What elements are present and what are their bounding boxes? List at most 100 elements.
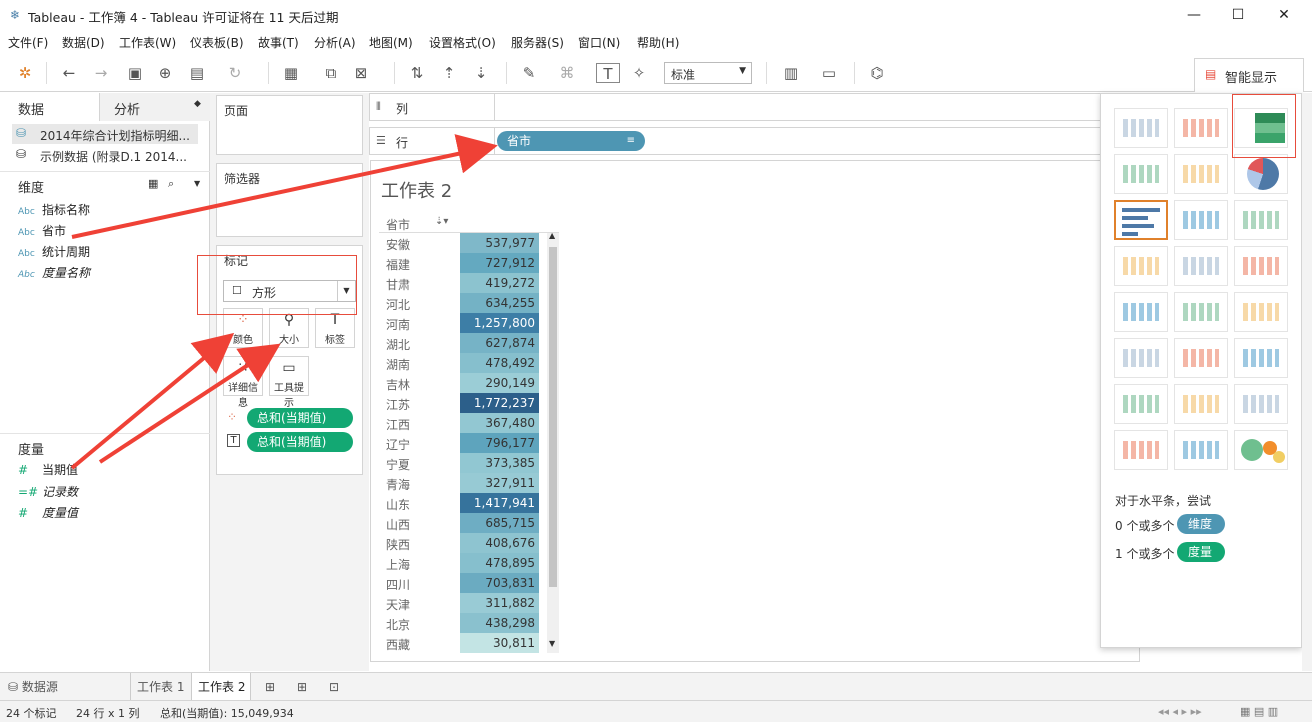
swap-icon[interactable]: ⇅	[406, 63, 428, 83]
tooltip-button[interactable]: ▭ 工具提示	[269, 356, 309, 409]
table-cell[interactable]: 703,831	[460, 573, 539, 593]
new-worksheet-icon[interactable]: ⊞	[258, 673, 282, 701]
table-cell[interactable]: 30,811	[460, 633, 539, 653]
row-header[interactable]: 湖北	[386, 336, 410, 353]
dimension-field[interactable]: Abc 省市	[18, 222, 66, 239]
table-cell[interactable]: 685,715	[460, 513, 539, 533]
undo-icon[interactable]: ←	[58, 63, 80, 83]
table-cell[interactable]: 1,257,800	[460, 313, 539, 333]
packed-bubbles-thumb[interactable]	[1234, 430, 1288, 470]
row-header[interactable]: 江苏	[386, 396, 410, 413]
row-header[interactable]: 青海	[386, 476, 410, 493]
tab-analysis[interactable]: 分析 ◆	[100, 93, 210, 121]
row-header[interactable]: 安徽	[386, 236, 410, 253]
pause-updates-icon[interactable]: ▤	[186, 63, 208, 83]
row-header[interactable]: 陕西	[386, 536, 410, 553]
menu-server[interactable]: 服务器(S)	[511, 34, 564, 51]
close-button[interactable]: ✕	[1266, 4, 1302, 26]
table-cell[interactable]: 478,895	[460, 553, 539, 573]
tab-data[interactable]: 数据	[0, 93, 100, 121]
table-cell[interactable]: 627,874	[460, 333, 539, 353]
horizontal-bar-thumb[interactable]	[1114, 200, 1168, 240]
clear-sheet-icon[interactable]: ⊠	[350, 63, 372, 83]
pin-icon[interactable]: ✧	[628, 63, 650, 83]
table-cell[interactable]: 796,177	[460, 433, 539, 453]
show-cards-icon[interactable]: ▥	[780, 63, 802, 83]
treemap-thumb[interactable]	[1114, 246, 1168, 286]
row-header[interactable]: 吉林	[386, 376, 410, 393]
table-cell[interactable]: 327,911	[460, 473, 539, 493]
row-header[interactable]: 四川	[386, 576, 410, 593]
table-cell[interactable]: 419,272	[460, 273, 539, 293]
datasource-item-selected[interactable]: ⛁ 2014年综合计划指标明细...	[12, 124, 198, 144]
presentation-mode-icon[interactable]: ▭	[818, 63, 840, 83]
stacked-bar-thumb[interactable]	[1174, 200, 1228, 240]
line-continuous-thumb[interactable]	[1114, 292, 1168, 332]
pie-chart-thumb[interactable]	[1234, 154, 1288, 194]
row-dimension-pill[interactable]: 省市 ≡	[497, 131, 645, 151]
save-icon[interactable]: ▣	[124, 63, 146, 83]
menu-data[interactable]: 数据(D)	[62, 34, 105, 51]
dimension-field[interactable]: Abc 指标名称	[18, 201, 90, 218]
menu-help[interactable]: 帮助(H)	[637, 34, 679, 51]
dual-combination-thumb[interactable]	[1234, 338, 1288, 378]
fit-dropdown[interactable]: 标准 ▼	[664, 62, 752, 84]
detail-button[interactable]: ⁙ 详细信息	[223, 356, 263, 409]
row-header[interactable]: 江西	[386, 416, 410, 433]
table-cell[interactable]: 1,417,941	[460, 493, 539, 513]
tableau-icon[interactable]: ✲	[14, 63, 36, 83]
row-header[interactable]: 宁夏	[386, 456, 410, 473]
box-whisker-thumb[interactable]	[1234, 384, 1288, 424]
side-by-side-bar-thumb[interactable]	[1234, 200, 1288, 240]
row-header[interactable]: 西藏	[386, 636, 410, 653]
menu-file[interactable]: 文件(F)	[8, 34, 48, 51]
table-cell[interactable]: 408,676	[460, 533, 539, 553]
new-dashboard-icon[interactable]: ⊞	[290, 673, 314, 701]
share-icon[interactable]: ⌬	[866, 63, 888, 83]
color-measure-pill[interactable]: 总和(当期值)	[247, 408, 353, 428]
sort-ascending-icon[interactable]: ⇡	[438, 63, 460, 83]
tab-sheet-1[interactable]: 工作表 1	[130, 673, 190, 701]
row-header[interactable]: 辽宁	[386, 436, 410, 453]
row-header[interactable]: 河南	[386, 316, 410, 333]
search-icon[interactable]: ⌕	[168, 177, 174, 191]
menu-window[interactable]: 窗口(N)	[578, 34, 620, 51]
bullet-graph-thumb[interactable]	[1174, 430, 1228, 470]
table-cell[interactable]: 311,882	[460, 593, 539, 613]
new-datasource-icon[interactable]: ⊕	[154, 63, 176, 83]
dual-line-thumb[interactable]	[1234, 292, 1288, 332]
new-story-icon[interactable]: ⊡	[322, 673, 346, 701]
menu-analysis[interactable]: 分析(A)	[314, 34, 356, 51]
measure-field[interactable]: # 当期值	[18, 461, 78, 478]
heat-map-thumb[interactable]	[1174, 108, 1228, 148]
line-discrete-thumb[interactable]	[1174, 292, 1228, 332]
gantt-thumb[interactable]	[1114, 430, 1168, 470]
highlight-icon[interactable]: ✎	[518, 63, 540, 83]
circle-view-thumb[interactable]	[1174, 246, 1228, 286]
table-cell[interactable]: 373,385	[460, 453, 539, 473]
measure-field[interactable]: =# 记录数	[18, 483, 78, 500]
dimension-field[interactable]: Abc 度量名称	[18, 264, 90, 281]
datasource-tab[interactable]: ⛁ 数据源	[8, 673, 128, 701]
duplicate-sheet-icon[interactable]: ⧉	[320, 63, 342, 83]
sort-desc-icon[interactable]: ⇣▾	[435, 216, 448, 227]
row-header[interactable]: 北京	[386, 616, 410, 633]
smart-show-toggle[interactable]: ▤ 智能显示	[1194, 58, 1304, 92]
menu-format[interactable]: 设置格式(O)	[429, 34, 496, 51]
table-cell[interactable]: 1,772,237	[460, 393, 539, 413]
new-sheet-icon[interactable]: ▦	[280, 63, 302, 83]
table-cell[interactable]: 537,977	[460, 233, 539, 253]
table-cell[interactable]: 438,298	[460, 613, 539, 633]
area-discrete-thumb[interactable]	[1174, 338, 1228, 378]
text-table-thumb[interactable]	[1114, 108, 1168, 148]
show-labels-icon[interactable]: T	[596, 63, 620, 83]
row-header[interactable]: 天津	[386, 596, 410, 613]
table-cell[interactable]: 290,149	[460, 373, 539, 393]
menu-map[interactable]: 地图(M)	[369, 34, 413, 51]
symbol-map-thumb[interactable]	[1114, 154, 1168, 194]
scrollbar[interactable]: ▲ ▼	[547, 231, 559, 653]
row-header[interactable]: 山西	[386, 516, 410, 533]
pages-card[interactable]: 页面	[216, 95, 363, 155]
row-header[interactable]: 山东	[386, 496, 410, 513]
side-by-side-circle-thumb[interactable]	[1234, 246, 1288, 286]
